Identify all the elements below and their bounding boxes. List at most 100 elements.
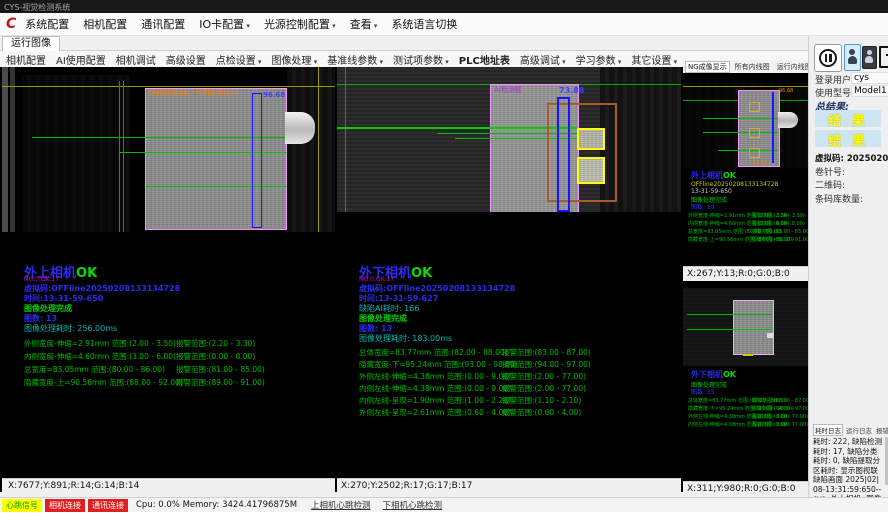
toolbar-image-processing[interactable]: 图像处理 <box>272 52 318 67</box>
threshold-label: 好的阈值:93，坏的阈值:100 <box>149 88 239 98</box>
toolbar-learning-params[interactable]: 学习参数 <box>576 52 622 67</box>
toolbar-camera-config[interactable]: 相机配置 <box>6 52 46 67</box>
window-title: CYS-视觉检测系统 <box>4 2 70 13</box>
ng-counter-line: NG:0;OK:17 <box>359 276 394 283</box>
barcode-store-count-label: 条码库数量: <box>815 192 863 205</box>
measurement-left: 隐藏宽度-上=90.56mm 范围:(88.00 - 92.00) <box>24 377 183 388</box>
tab-strip: 运行图像 <box>0 36 810 51</box>
camera-image-upper[interactable]: 好的阈值:93，坏的阈值:100 96.68 <box>2 67 335 232</box>
app-window: CYS-视觉检测系统 C 系统配置 相机配置 通讯配置 IO卡配置 光源控制配置… <box>0 0 888 522</box>
toolbar-advanced-settings[interactable]: 高级设置 <box>166 52 206 67</box>
alarm-range: 报警范围:(2.20 - 3.30) <box>176 338 255 349</box>
pause-icon <box>819 49 837 67</box>
pixel-coords: X:267;Y:13;R:0;G:0;B:0 <box>687 269 790 279</box>
metal-clip <box>285 112 315 144</box>
measurement-left: 外侧左线-伸缩=4.38mm 范围:(0.00 - 9.00) <box>359 371 511 382</box>
elapsed-line: 图像处理耗时: 183.00ms <box>359 333 452 344</box>
ai-detect-box-label: AI检测框 <box>494 85 522 95</box>
green-line-h <box>703 118 778 119</box>
menu-item-language-switch[interactable]: 系统语言切换 <box>391 16 457 32</box>
mini-panel-top: NG成像显示 所有内线图 运行内线图 96.68 90.56 外上相机OK OF… <box>683 60 808 280</box>
toolbar-camera-debug[interactable]: 相机调试 <box>116 52 156 67</box>
green-line-h <box>718 150 778 151</box>
overlay-value-bottom: 90.56 <box>753 161 767 167</box>
heartbeat-badge: 心跳信号 <box>2 499 42 512</box>
defect-rect-yellow <box>749 148 760 158</box>
camera-image-lower[interactable]: AI检测框 73.88 <box>337 67 681 212</box>
alarm-range: 报警范围:(94.00 - 97.00) <box>752 405 811 412</box>
mini-image-top[interactable]: 96.68 90.56 <box>683 73 808 168</box>
alarm-range: 报警范围:(2.00 - 77.00) <box>502 371 586 382</box>
coords-status-strip: X:7677;Y:891;R:14;G:14;B:14 <box>2 478 335 493</box>
machinery-strip <box>10 67 15 232</box>
mini-count-line: 图数: 13 <box>691 202 715 211</box>
toolbar-other-settings[interactable]: 其它设置 <box>631 52 677 67</box>
mini-count-line: 图数: 13 <box>691 387 715 396</box>
pause-button[interactable] <box>814 44 842 72</box>
roi-line-yellow-h <box>2 86 335 87</box>
defect-mark-yellow <box>743 354 753 356</box>
log-tab-strip: 耗时日志 运行日志 报错日志 <box>813 424 887 436</box>
green-line-v <box>345 67 346 212</box>
alarm-range: 报警范围:(0.00 - 8.00) <box>176 351 255 362</box>
menu-item-io-config[interactable]: IO卡配置 <box>199 16 250 32</box>
toolbar-baseline-params[interactable]: 基准线参数 <box>327 52 383 67</box>
mini-time-line: 13-31-59-650 <box>691 188 732 195</box>
measurement-left: 总体宽度=83.77mm 范围:(82.00 - 88.00) <box>359 347 508 358</box>
toolbar-plc-address-table[interactable]: PLC地址表 <box>459 52 510 67</box>
mini-barcode-line: OFFline20250208133134728 <box>691 181 778 188</box>
result-box-2: 结 果 <box>815 130 881 147</box>
log-tab-elapsed[interactable]: 耗时日志 <box>813 424 843 436</box>
alarm-range: 报警范围:(81.00 - 85.00) <box>752 228 811 235</box>
app-logo-icon: C <box>6 17 16 31</box>
mini-tab-ng-display[interactable]: NG成像显示 <box>685 61 730 73</box>
menu-item-comm-config[interactable]: 通讯配置 <box>141 16 185 32</box>
measure-rect-blue <box>557 97 570 212</box>
toolbar-test-item-params[interactable]: 测试项参数 <box>393 52 449 67</box>
tab-run-image[interactable]: 运行图像 <box>2 36 60 51</box>
toolbar-advanced-debug[interactable]: 高级调试 <box>520 52 566 67</box>
model-value[interactable]: Model1 <box>851 85 888 97</box>
needle-number-label: 卷针号: <box>815 165 845 178</box>
alarm-range: 报警范围:(83.00 - 87.00) <box>502 347 591 358</box>
coords-status-strip: X:267;Y:13;R:0;G:0;B:0 <box>683 266 808 281</box>
defect-rect-yellow <box>577 128 605 150</box>
measurement-left: 内侧宽度-伸缩=4.60mm 范围:(3.00 - 6.00) <box>24 351 176 362</box>
measure-rect-blue <box>772 92 774 163</box>
alarm-range: 报警范围:(2.00 - 77.00) <box>752 421 808 428</box>
user-dark-icon <box>867 50 872 55</box>
operator-mode-button[interactable] <box>844 44 861 71</box>
overlay-value-top: 96.68 <box>779 88 793 94</box>
measurement-left: 内侧左线-伸缩=4.38mm 范围:(0.00 - 9.00) <box>359 383 511 394</box>
menu-bar: C 系统配置 相机配置 通讯配置 IO卡配置 光源控制配置 查看 系统语言切换 <box>0 13 888 36</box>
alarm-range: 报警范围:(89.00 - 91.00) <box>752 236 811 243</box>
exit-button[interactable] <box>878 44 888 69</box>
green-line-h <box>687 314 772 315</box>
coords-status-strip: X:311;Y:980;R:0;G:0;B:0 <box>683 481 808 496</box>
mini-tab-all-lines[interactable]: 所有内线图 <box>733 62 772 72</box>
log-tab-run[interactable]: 运行日志 <box>845 425 873 435</box>
cpu-memory-readout: Cpu: 0.0% Memory: 3424.41796875M <box>136 500 297 510</box>
machinery-strip <box>2 67 8 232</box>
result-ok: OK <box>723 171 736 180</box>
camera-panel-upper: 好的阈值:93，坏的阈值:100 96.68 外上相机OK NG:0;OK:17… <box>2 67 335 492</box>
result-ok: OK <box>411 266 432 281</box>
toolbar-ai-usage-config[interactable]: AI使用配置 <box>56 52 106 67</box>
status-bar: 心跳信号 相机连接 通讯连接 Cpu: 0.0% Memory: 3424.41… <box>0 497 888 512</box>
log-tab-error[interactable]: 报错日志 <box>875 425 888 435</box>
measurement-left: 隐藏宽度-下=95.24mm 范围:(93.00 - 98.00) <box>359 359 518 370</box>
camera-name: 外下相机 <box>691 370 723 379</box>
admin-mode-button[interactable] <box>862 46 877 69</box>
measure-value-blue: 96.68 <box>263 91 285 99</box>
menu-item-camera-config[interactable]: 相机配置 <box>83 16 127 32</box>
login-user-value[interactable]: cys <box>851 72 888 84</box>
menu-item-light-config[interactable]: 光源控制配置 <box>264 16 336 32</box>
measurement-left: 内侧左线-呈现=1.90mm 范围:(1.00 - 2.20) <box>359 395 511 406</box>
measurement-left: 外侧宽度-伸缩=2.91mm 范围:(2.00 - 3.50) <box>24 338 176 349</box>
menu-item-view[interactable]: 查看 <box>350 16 378 32</box>
title-bar: CYS-视觉检测系统 <box>0 0 888 13</box>
upper-camera-heartbeat-label: 上相机心跳检测 <box>311 499 371 511</box>
toolbar-spot-check[interactable]: 点检设置 <box>216 52 262 67</box>
mini-image-bottom[interactable] <box>683 283 808 366</box>
menu-item-system-config[interactable]: 系统配置 <box>25 16 69 32</box>
